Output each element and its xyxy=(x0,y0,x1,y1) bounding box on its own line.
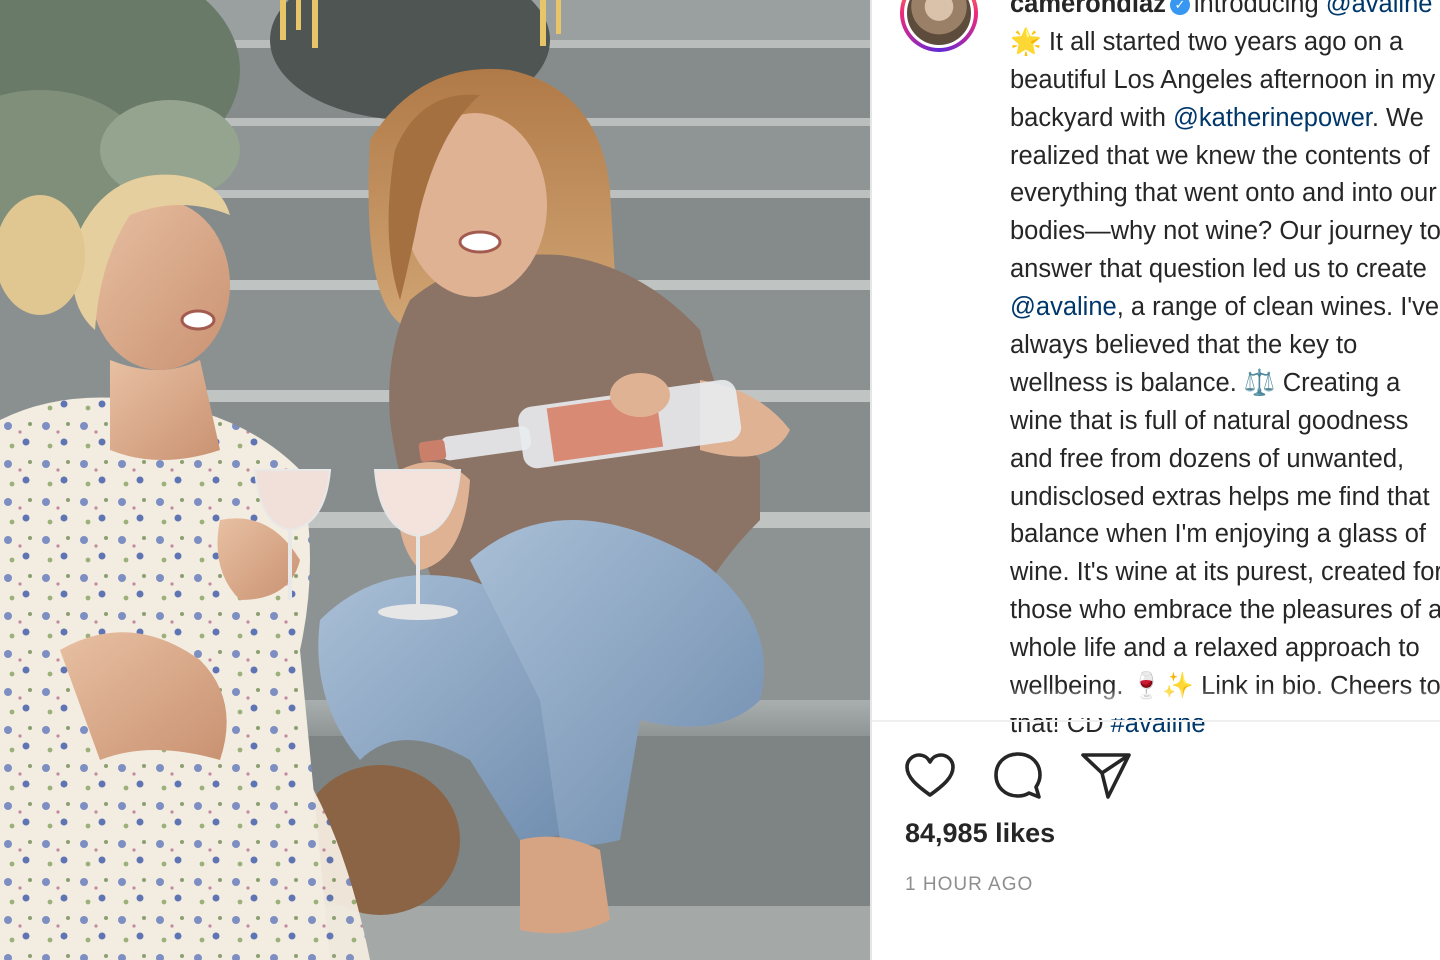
caption-text: and free from dozens of unwanted, xyxy=(1010,444,1405,473)
avatar-image xyxy=(904,0,974,48)
caption-divider xyxy=(872,720,1440,722)
caption-text: wellness is balance. ⚖️ Creating a xyxy=(1010,368,1401,397)
mention-link[interactable]: @katherinepower xyxy=(1173,104,1372,132)
caption-text: answer that question led us to create xyxy=(1010,255,1427,284)
caption-line: and free from dozens of unwanted, xyxy=(1010,441,1440,479)
caption-line: realized that we knew the contents of xyxy=(1010,138,1440,176)
caption-line: undisclosed extras helps me find that xyxy=(1010,479,1440,517)
caption-text: bodies—why not wine? Our journey to xyxy=(1010,217,1440,246)
caption-text: those who embrace the pleasures of a xyxy=(1010,596,1440,625)
caption-line: balance when I'm enjoying a glass of xyxy=(1010,516,1440,554)
caption-line: wine that is full of natural goodness xyxy=(1010,403,1440,441)
caption-line: bodies—why not wine? Our journey to xyxy=(1010,213,1440,251)
caption-text: balance when I'm enjoying a glass of xyxy=(1010,520,1426,549)
caption-line: always believed that the key to xyxy=(1010,327,1440,365)
caption-line: backyard with @katherinepower. We xyxy=(1010,100,1440,138)
likes-count[interactable]: 84,985 likes xyxy=(905,818,1055,849)
caption-text: introducing xyxy=(1193,0,1326,18)
caption-text: realized that we knew the contents of xyxy=(1010,141,1430,170)
caption-text: whole life and a relaxed approach to xyxy=(1010,634,1420,663)
photo-illustration xyxy=(0,0,870,960)
username[interactable]: camerondiaz xyxy=(1010,0,1166,18)
caption-text: wine that is full of natural goodness xyxy=(1010,406,1409,435)
caption-line: wine. It's wine at its purest, created f… xyxy=(1010,554,1440,592)
caption-header: camerondiaz ✓ introducing @avaline xyxy=(1010,0,1440,24)
post-side-panel: camerondiaz ✓ introducing @avaline 🌟 It al… xyxy=(872,0,1440,960)
heart-icon xyxy=(905,753,955,797)
post-photo[interactable] xyxy=(0,0,870,960)
caption-text: everything that went onto and into our xyxy=(1010,179,1437,208)
caption-text: 🌟 It all started two years ago on a xyxy=(1010,27,1404,56)
caption-text: wine. It's wine at its purest, created f… xyxy=(1010,558,1440,587)
verified-badge-icon: ✓ xyxy=(1169,0,1190,15)
caption-text: , a range of clean wines. I've xyxy=(1116,293,1440,322)
caption-text: . We xyxy=(1371,103,1424,132)
caption-line: everything that went onto and into our xyxy=(1010,175,1440,213)
share-button[interactable] xyxy=(1078,748,1134,804)
caption-line: answer that question led us to create xyxy=(1010,251,1440,289)
comment-icon xyxy=(994,752,1042,799)
caption-body: 🌟 It all started two years ago on a beaut… xyxy=(1010,24,1440,744)
action-bar xyxy=(902,748,1134,804)
caption-line: whole life and a relaxed approach to xyxy=(1010,630,1440,668)
caption-line: beautiful Los Angeles afternoon in my xyxy=(1010,62,1440,100)
mention-link[interactable]: @avaline xyxy=(1010,293,1117,321)
avatar[interactable] xyxy=(900,0,978,52)
caption-line: wellness is balance. ⚖️ Creating a xyxy=(1010,365,1440,403)
post-caption: camerondiaz ✓ introducing @avaline 🌟 It al… xyxy=(1010,0,1440,744)
mention-link[interactable]: @avaline xyxy=(1326,0,1433,18)
post-timestamp: 1 HOUR AGO xyxy=(905,874,1034,895)
caption-text: beautiful Los Angeles afternoon in my xyxy=(1010,65,1436,94)
send-icon xyxy=(1081,753,1131,799)
comment-button[interactable] xyxy=(990,748,1046,804)
caption-line: 🌟 It all started two years ago on a xyxy=(1010,24,1440,62)
caption-text: undisclosed extras helps me find that xyxy=(1010,482,1430,511)
like-button[interactable] xyxy=(902,748,958,804)
caption-line: @avaline, a range of clean wines. I've xyxy=(1010,289,1440,327)
caption-text: always believed that the key to xyxy=(1010,331,1358,360)
caption-fade xyxy=(872,688,1440,718)
caption-line: those who embrace the pleasures of a xyxy=(1010,592,1440,630)
caption-text: backyard with xyxy=(1010,103,1173,132)
